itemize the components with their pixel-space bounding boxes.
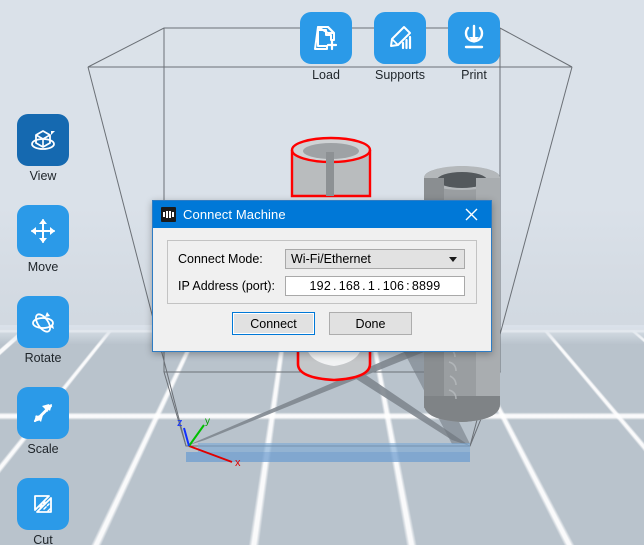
supports-button-box[interactable] <box>374 12 426 64</box>
sidebar-item-move[interactable]: Move <box>17 205 69 274</box>
cut-plane-icon <box>34 495 52 513</box>
ip-octet-1: 192 <box>309 279 331 293</box>
close-icon[interactable] <box>451 201 491 228</box>
connect-button[interactable]: Connect <box>232 312 315 335</box>
model-cylinder-selected <box>290 136 372 198</box>
print-arrow-icon <box>464 24 484 49</box>
print-button-box[interactable] <box>448 12 500 64</box>
toolbar-button-supports[interactable]: Supports <box>374 12 426 82</box>
cut-button-box[interactable] <box>17 478 69 530</box>
sidebar-label-view: View <box>29 169 57 183</box>
rotate-orbit-icon-box[interactable] <box>17 296 69 348</box>
ip-address-input[interactable]: 192 . 168 . 1 . 106 : 8899 <box>285 276 465 296</box>
dialog-title: Connect Machine <box>183 207 286 222</box>
pencil-supports-icon <box>390 26 412 50</box>
sidebar-item-scale[interactable]: Scale <box>17 387 69 456</box>
toolbar-label-supports: Supports <box>374 68 426 82</box>
sidebar-item-view[interactable]: View <box>17 114 69 183</box>
dialog-body: Connect Mode: Wi-Fi/Ethernet IP Address … <box>153 228 491 351</box>
cube-view-icon <box>31 130 55 150</box>
scale-button-box[interactable] <box>17 387 69 439</box>
connect-mode-label: Connect Mode: <box>178 252 263 266</box>
top-toolbar: Load Supports Print <box>300 12 500 82</box>
view-button-box[interactable] <box>17 114 69 166</box>
ip-sep-2: . <box>362 279 366 293</box>
close-x-glyph <box>465 208 477 221</box>
connect-mode-row: Connect Mode: Wi-Fi/Ethernet <box>178 248 476 270</box>
file-plus-icon <box>314 26 338 51</box>
ip-port: 8899 <box>411 279 441 293</box>
ip-address-row: IP Address (port): 192 . 168 . 1 . 106 :… <box>178 275 476 297</box>
toolbar-label-print: Print <box>461 68 487 82</box>
chevron-down-icon <box>449 256 457 262</box>
load-button-box[interactable] <box>300 12 352 64</box>
side-toolbar: View Move Rotate Scale Cut <box>17 114 73 545</box>
ip-sep-1: . <box>333 279 337 293</box>
connect-mode-select[interactable]: Wi-Fi/Ethernet <box>285 249 465 269</box>
done-button[interactable]: Done <box>329 312 412 335</box>
sidebar-label-move: Move <box>27 260 59 274</box>
rotate-orbit-icon <box>32 312 54 333</box>
dialog-button-row: Connect Done <box>153 312 491 335</box>
sidebar-label-scale: Scale <box>27 442 59 456</box>
toolbar-button-load[interactable]: Load <box>300 12 352 82</box>
sidebar-label-rotate: Rotate <box>24 351 62 365</box>
sidebar-item-cut[interactable]: Cut <box>17 478 69 545</box>
iiip-logo-icon <box>161 207 176 222</box>
ip-octet-2: 168 <box>338 279 361 293</box>
toolbar-label-load: Load <box>312 68 340 82</box>
dialog-titlebar[interactable]: Connect Machine <box>153 201 491 228</box>
scale-arrows-icon <box>33 404 53 423</box>
connect-machine-dialog: Connect Machine Connect Mode: Wi-Fi/Ethe… <box>152 200 492 352</box>
move-arrows-icon <box>31 219 55 243</box>
sidebar-label-cut: Cut <box>33 533 53 545</box>
connect-mode-value: Wi-Fi/Ethernet <box>291 252 371 266</box>
move-button-box[interactable] <box>17 205 69 257</box>
ip-octet-3: 1 <box>367 279 375 293</box>
ip-octet-4: 106 <box>382 279 405 293</box>
toolbar-button-print[interactable]: Print <box>448 12 500 82</box>
ip-port-sep: : <box>406 279 410 293</box>
sidebar-item-rotate[interactable]: Rotate <box>17 296 69 365</box>
flashprint-window: x y z Load Supports Print View Move Rota… <box>0 0 644 545</box>
connection-settings-group: Connect Mode: Wi-Fi/Ethernet IP Address … <box>167 240 477 304</box>
ip-address-label: IP Address (port): <box>178 279 276 293</box>
ip-sep-3: . <box>377 279 381 293</box>
